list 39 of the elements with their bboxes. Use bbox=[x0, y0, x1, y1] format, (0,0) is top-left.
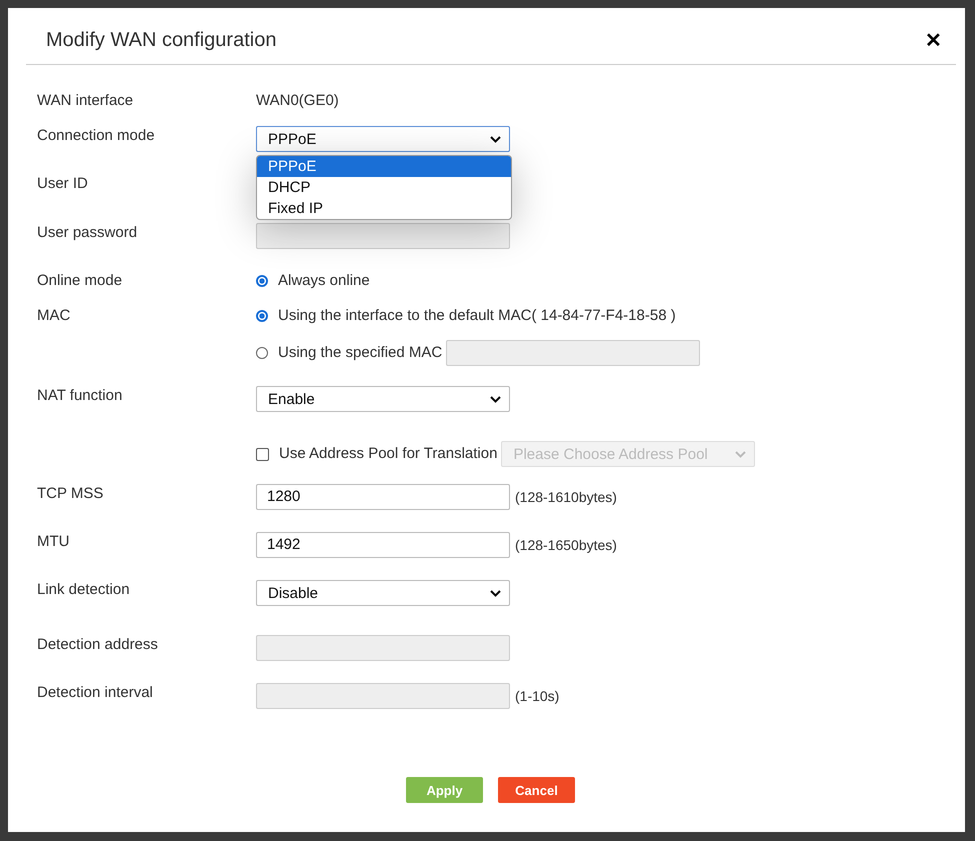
chevron-down-icon bbox=[735, 450, 746, 458]
checkbox-label: Use Address Pool for Translation bbox=[279, 444, 498, 464]
select-field[interactable]: Enable bbox=[256, 386, 510, 412]
dropdown-option[interactable]: DHCP bbox=[257, 177, 511, 198]
select-field[interactable]: Disable bbox=[256, 580, 510, 606]
field-label: TCP MSS bbox=[37, 484, 104, 504]
field-label: Connection mode bbox=[37, 126, 156, 146]
range-hint: (128-1650bytes) bbox=[515, 537, 617, 553]
checkbox[interactable] bbox=[256, 448, 269, 460]
input-field[interactable]: 1280 bbox=[256, 484, 510, 510]
field-label: MTU bbox=[37, 532, 70, 552]
radio-label: Always online bbox=[278, 271, 370, 291]
field-label: MAC bbox=[37, 306, 72, 326]
radio-button[interactable] bbox=[256, 275, 268, 287]
chevron-down-icon bbox=[490, 590, 501, 596]
radio-button[interactable] bbox=[256, 310, 268, 322]
dropdown-option[interactable]: PPPoE bbox=[257, 156, 511, 177]
cancel-button[interactable]: Cancel bbox=[498, 777, 575, 803]
dialog-title: Modify WAN configuration bbox=[46, 28, 276, 52]
field-label: Link detection bbox=[37, 580, 131, 600]
close-button[interactable]: ✕ bbox=[921, 28, 946, 52]
input-field[interactable]: 1492 bbox=[256, 532, 510, 558]
field-label: Detection address bbox=[37, 635, 159, 655]
chevron-down-icon bbox=[490, 396, 501, 402]
field-label: Online mode bbox=[37, 271, 124, 291]
radio-label: Using the interface to the default MAC( 14-84-77-F4-18-58 ) bbox=[278, 306, 676, 326]
field-label: Detection interval bbox=[37, 683, 154, 703]
field-label: WAN interface bbox=[37, 91, 134, 111]
field-value: WAN0(GE0) bbox=[256, 92, 339, 109]
radio-label: Using the specified MAC bbox=[278, 343, 442, 363]
radio-button[interactable] bbox=[256, 347, 268, 359]
range-hint: (128-1610bytes) bbox=[515, 489, 617, 505]
field-label: User password bbox=[37, 223, 138, 243]
select-field[interactable]: PPPoE bbox=[256, 126, 510, 152]
chevron-down-icon bbox=[490, 136, 501, 142]
field-label: User ID bbox=[37, 174, 89, 194]
field-label: NAT function bbox=[37, 386, 124, 406]
range-hint: (1-10s) bbox=[515, 688, 560, 704]
dropdown-option[interactable]: Fixed IP bbox=[257, 198, 511, 219]
